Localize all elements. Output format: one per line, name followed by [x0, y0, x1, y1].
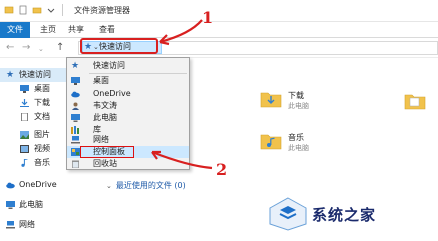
arrow-right-icon[interactable]: →	[22, 42, 30, 54]
arrow-up-icon[interactable]: ↑	[56, 42, 64, 54]
divider	[62, 4, 63, 16]
callout-arrow-1	[159, 19, 203, 46]
annotation-outline-1	[80, 38, 158, 54]
desktop-icon	[20, 85, 29, 93]
tab-share[interactable]: 共享	[68, 22, 84, 38]
user-icon	[72, 102, 79, 110]
menu-item-onedrive[interactable]: OneDrive	[67, 88, 189, 100]
cloud-icon	[6, 182, 15, 189]
video-icon	[20, 145, 29, 153]
tab-view[interactable]: 查看	[99, 22, 115, 38]
document-folder-icon	[404, 94, 426, 110]
computer-icon	[6, 201, 15, 209]
network-icon	[71, 136, 80, 144]
folder-tile[interactable]: 下载 此电脑	[260, 90, 340, 114]
watermark-logo: 系统之家	[262, 188, 438, 238]
star-icon: ★	[6, 70, 15, 80]
sidebar-item-quick-access[interactable]: ★ 快速访问	[0, 68, 66, 82]
tab-file[interactable]: 文件	[0, 22, 30, 38]
library-icon	[71, 126, 79, 134]
music-icon	[21, 159, 28, 167]
download-icon	[20, 99, 29, 107]
cloud-icon	[71, 91, 80, 98]
recent-files-header[interactable]: ⌄ 最近使用的文件 (0)	[106, 180, 186, 191]
chevron-down-icon[interactable]: ⌄	[38, 43, 44, 55]
sidebar-item-onedrive[interactable]: OneDrive	[0, 178, 66, 192]
folder-name: 下载	[288, 91, 304, 100]
document-icon	[21, 113, 28, 121]
sidebar-item-documents[interactable]: 文档	[0, 110, 66, 124]
sidebar-item-this-pc[interactable]: 此电脑	[0, 198, 66, 212]
sidebar-item-network[interactable]: 网络	[0, 218, 66, 232]
step-number-1: 1	[202, 8, 214, 27]
recycle-bin-icon	[72, 160, 79, 168]
site-logo-icon	[269, 197, 307, 231]
menu-item-quick-access[interactable]: ★ 快速访问	[67, 60, 189, 72]
folder-location: 此电脑	[288, 102, 309, 110]
customize-toolbar-icon[interactable]	[46, 5, 56, 15]
menu-item-user[interactable]: 韦文涛	[67, 100, 189, 112]
app-icon	[4, 6, 14, 14]
sidebar-item-music[interactable]: 音乐	[0, 156, 66, 170]
folder-name: 音乐	[288, 133, 304, 142]
download-folder-icon	[260, 92, 282, 108]
menu-item-network[interactable]: 网络	[67, 134, 189, 146]
music-folder-icon	[260, 134, 282, 150]
network-icon	[6, 221, 15, 229]
menu-divider	[89, 73, 187, 74]
sidebar-item-videos[interactable]: 视频	[0, 142, 66, 156]
tab-home[interactable]: 主页	[40, 22, 56, 38]
folder-location: 此电脑	[288, 144, 309, 152]
sidebar-item-desktop[interactable]: 桌面	[0, 82, 66, 96]
computer-icon	[71, 114, 80, 122]
desktop-icon	[71, 77, 80, 85]
watermark-text: 系统之家	[312, 206, 377, 224]
properties-icon[interactable]	[18, 5, 28, 15]
sidebar-item-pictures[interactable]: 图片	[0, 128, 66, 142]
menu-item-this-pc[interactable]: 此电脑	[67, 112, 189, 124]
arrow-left-icon[interactable]: ←	[6, 42, 14, 54]
control-panel-icon	[71, 148, 80, 156]
navigation-pane: ★ 快速访问 桌面 下载 文档 图片 视频 音乐 OneDrive 此电脑 网络	[0, 62, 66, 241]
menu-item-desktop[interactable]: 桌面	[67, 75, 189, 87]
new-folder-icon[interactable]	[32, 5, 42, 15]
window-title: 文件资源管理器	[74, 6, 130, 15]
chevron-down-icon: ⌄	[106, 182, 112, 190]
sidebar-item-downloads[interactable]: 下载	[0, 96, 66, 110]
step-number-2: 2	[216, 160, 228, 179]
folder-tile[interactable]: 音乐 此电脑	[260, 132, 340, 156]
folder-tile-partial[interactable]	[404, 92, 434, 116]
picture-icon	[20, 131, 29, 139]
star-icon: ★	[71, 61, 80, 71]
